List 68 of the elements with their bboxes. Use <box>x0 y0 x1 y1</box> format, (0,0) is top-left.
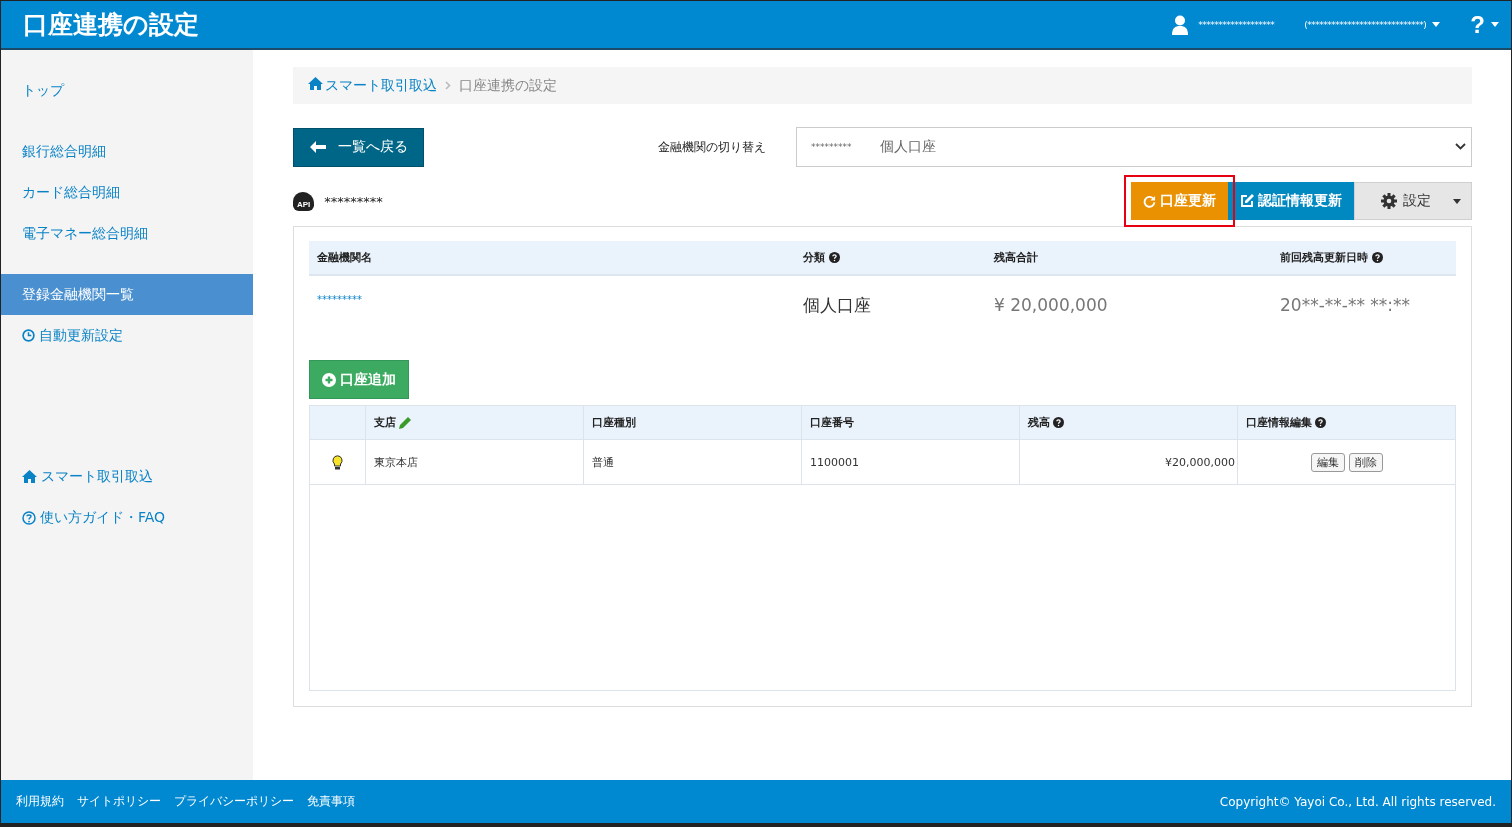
caret-icon <box>1491 22 1499 27</box>
chevron-down-icon <box>1455 143 1466 150</box>
edit-button[interactable]: 編集 <box>1310 452 1345 472</box>
column-header: 分類 <box>795 250 986 265</box>
help-icon <box>1372 252 1383 263</box>
caret-icon <box>1453 198 1461 204</box>
edit-icon <box>1240 194 1254 208</box>
home-icon <box>308 76 323 90</box>
help-icon <box>1315 417 1326 428</box>
pencil-icon <box>399 416 411 429</box>
sidebar-item[interactable]: 使い方ガイド・FAQ <box>1 497 253 538</box>
page-title: 口座連携の設定 <box>23 9 199 41</box>
table-cell-text: 20**-**-** **:** <box>1279 295 1412 315</box>
action-button[interactable]: 口座更新 <box>1131 182 1228 220</box>
column-header: 金融機関名 <box>316 250 373 265</box>
delete-button[interactable]: 削除 <box>1348 452 1383 472</box>
caret-icon <box>1432 22 1441 27</box>
plus-circle-icon <box>322 372 336 387</box>
switcher-label: 金融機関の切り替え <box>658 138 767 156</box>
breadcrumb-link[interactable]: 口座連携の設定 <box>459 76 557 95</box>
breadcrumb-link[interactable]: スマート取引取込 <box>308 76 437 95</box>
institution-link[interactable]: ********* <box>309 276 795 305</box>
column-header: 残高合計 <box>992 250 1039 265</box>
table-cell: 東京本店 <box>365 440 583 484</box>
column-header: 口座番号 <box>801 406 1019 439</box>
office-dropdown[interactable]: (*****************************) <box>1304 19 1441 30</box>
sidebar-item[interactable]: 銀行総合明細 <box>1 131 253 172</box>
user-icon <box>1172 14 1189 35</box>
sidebar-item[interactable]: スマート取引取込 <box>1 456 253 497</box>
sidebar-item[interactable]: 登録金融機関一覧 <box>1 274 253 315</box>
footer-link[interactable]: サイトポリシー <box>77 793 161 810</box>
chevron-icon <box>445 81 451 90</box>
column-header: 支店 <box>365 406 583 439</box>
help-icon <box>1053 417 1064 428</box>
footer-link[interactable]: プライバシーポリシー <box>174 793 294 810</box>
column-header: 前回残高更新日時 <box>1272 250 1456 265</box>
table-cell: 1100001 <box>801 440 1019 484</box>
help-icon <box>829 252 840 263</box>
table-cell-text: ¥ 20,000,000 <box>993 295 1109 315</box>
api-cloud-badge: API <box>293 191 315 211</box>
settings-dropdown-button[interactable]: 設定 <box>1354 182 1472 220</box>
institution-name: ********* <box>324 193 383 209</box>
home-icon <box>22 470 37 483</box>
sidebar-item[interactable]: トップ <box>1 70 253 111</box>
footer-link[interactable]: 免責事項 <box>307 793 355 810</box>
column-header: 口座種別 <box>583 406 801 439</box>
column-header: 口座情報編集 <box>1237 406 1455 439</box>
arrow-left-icon <box>309 141 326 153</box>
institution-select[interactable]: ********* 個人口座 <box>796 127 1472 167</box>
help-menu[interactable]: ? <box>1470 10 1499 39</box>
column-header: 残高 <box>1019 406 1237 439</box>
footer-link[interactable]: 利用規約 <box>16 793 64 810</box>
user-name[interactable]: ******************* <box>1198 19 1275 30</box>
refresh-icon <box>1143 194 1156 208</box>
sidebar-item[interactable]: 電子マネー総合明細 <box>1 213 253 254</box>
lightbulb-icon <box>332 454 343 470</box>
sidebar-item[interactable]: カード総合明細 <box>1 172 253 213</box>
help-icon <box>22 510 36 525</box>
copyright-text: Copyright© Yayoi Co., Ltd. All rights reserved. <box>1219 794 1496 809</box>
clock-icon <box>22 329 35 342</box>
sidebar-item[interactable]: 自動更新設定 <box>1 315 253 356</box>
table-cell: 普通 <box>583 440 801 484</box>
table-cell-text: 個人口座 <box>802 293 872 317</box>
add-account-button[interactable]: 口座追加 <box>309 360 409 399</box>
settings-icon <box>1381 193 1397 209</box>
action-button[interactable]: 認証情報更新 <box>1228 182 1354 220</box>
back-button[interactable]: 一覧へ戻る <box>293 127 424 167</box>
table-cell: ¥20,000,000 <box>1019 440 1237 484</box>
